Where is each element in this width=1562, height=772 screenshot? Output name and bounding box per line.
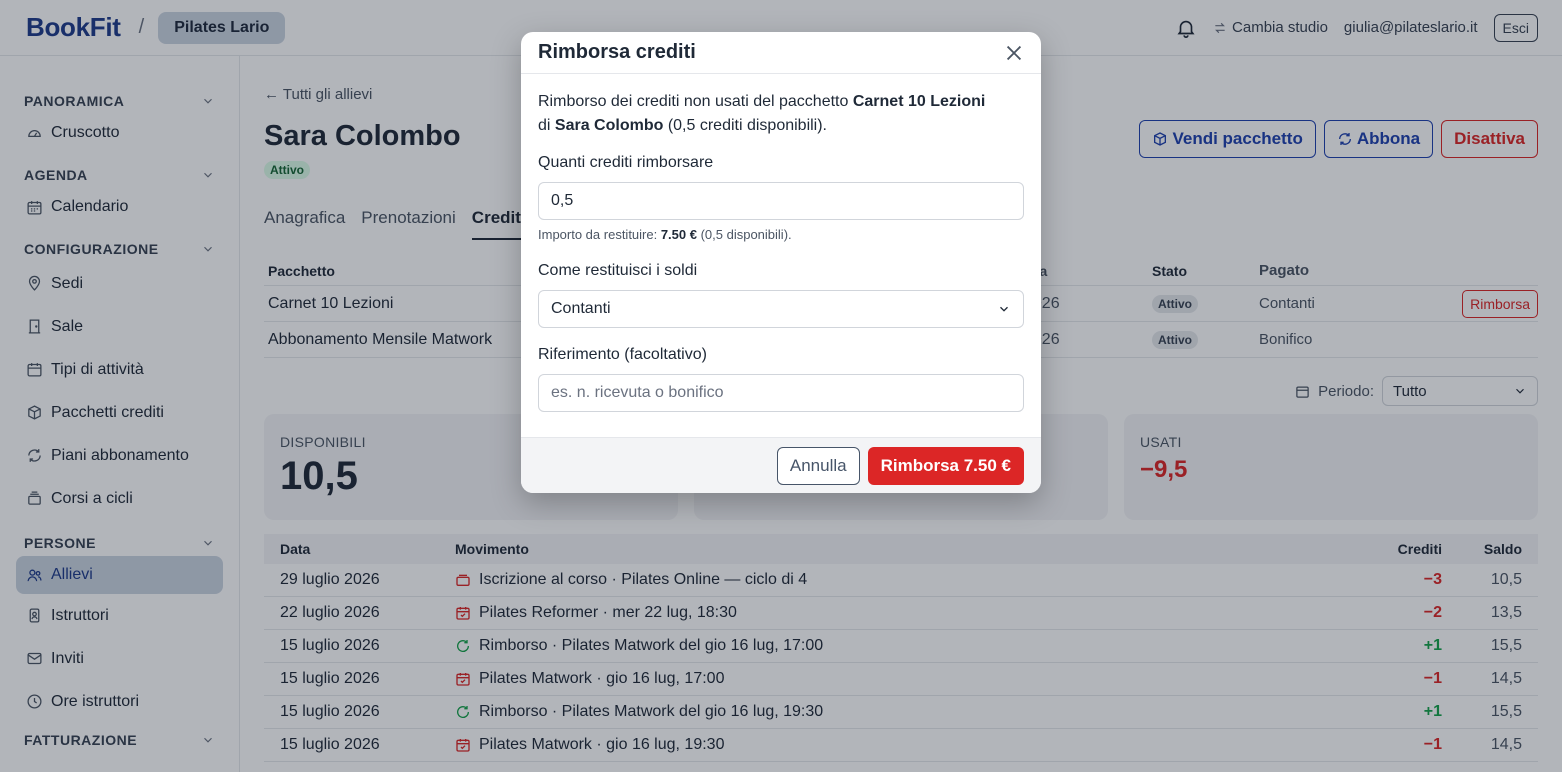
method-value: Contanti: [551, 300, 611, 317]
reference-input[interactable]: es. n. ricevuta o bonifico: [538, 374, 1024, 412]
modal-header: Rimborsa crediti: [521, 32, 1041, 74]
desc-package: Carnet 10 Lezioni: [852, 93, 986, 110]
amount-label: Quanti crediti rimborsare: [538, 154, 714, 171]
amount-value: 0,5: [551, 192, 574, 209]
cancel-button[interactable]: Annulla: [776, 446, 860, 485]
hint-text: (0,5 disponibili).: [696, 227, 792, 242]
modal-title: Rimborsa crediti: [538, 41, 696, 63]
reference-label: Riferimento (facoltativo): [538, 346, 707, 363]
refund-credits-modal: Rimborsa crediti Rimborso dei crediti no…: [521, 32, 1041, 493]
amount-input[interactable]: 0,5: [538, 182, 1024, 220]
desc-person: Sara Colombo: [554, 117, 664, 134]
hint-amount: 7.50 €: [660, 227, 697, 242]
reference-placeholder: es. n. ricevuta o bonifico: [551, 384, 724, 401]
modal-description: Rimborso dei crediti non usati del pacch…: [538, 90, 1024, 138]
chevron-down-icon: [1000, 306, 1008, 312]
method-select[interactable]: Contanti: [538, 290, 1024, 328]
desc-text: (0,5 crediti disponibili).: [663, 117, 827, 134]
method-label: Come restituisci i soldi: [538, 262, 698, 279]
desc-text: di: [538, 117, 555, 134]
confirm-refund-button[interactable]: Rimborsa 7.50 €: [867, 446, 1024, 485]
desc-text: Rimborso dei crediti non usati del pacch…: [538, 93, 853, 110]
modal-body: Rimborso dei crediti non usati del pacch…: [521, 74, 1041, 412]
modal-footer: Annulla Rimborsa 7.50 €: [521, 437, 1041, 493]
hint-text: Importo da restituire:: [538, 227, 661, 242]
close-icon[interactable]: [1003, 42, 1025, 64]
amount-hint: Importo da restituire: 7.50 € (0,5 dispo…: [538, 227, 1024, 242]
